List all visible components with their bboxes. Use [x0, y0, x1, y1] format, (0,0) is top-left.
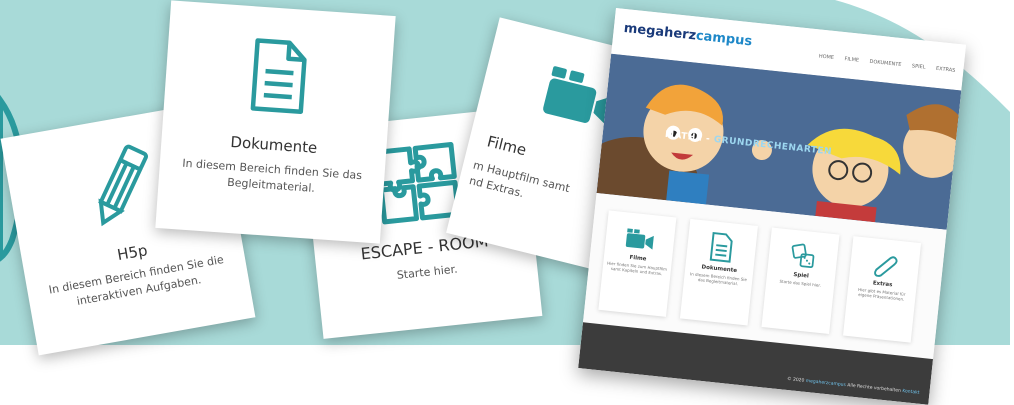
- mockup-menu-filme[interactable]: FILME: [844, 56, 859, 63]
- document-icon: [709, 231, 733, 263]
- mockup-menu-dokumente[interactable]: DOKUMENTE: [869, 59, 901, 68]
- mockup-tile-dokumente[interactable]: Dokumente In diesem Bereich finden Sie d…: [679, 218, 758, 326]
- mockup-logo: megaherzcampus: [623, 20, 753, 50]
- mockup-tile-extras[interactable]: Extras Hier gibt es Material für eigene …: [843, 236, 922, 343]
- mockup-menu-spiel[interactable]: SPIEL: [912, 63, 926, 70]
- mockup-menu: HOME FILME DOKUMENTE SPIEL EXTRAS: [810, 53, 956, 74]
- document-icon: [164, 30, 394, 122]
- mockup-menu-extras[interactable]: EXTRAS: [936, 66, 956, 74]
- dice-icon: [791, 243, 815, 269]
- mockup-footer-link[interactable]: megaherzcampus: [805, 379, 846, 388]
- dokumente-card[interactable]: Dokumente In diesem Bereich finden Sie d…: [155, 0, 396, 244]
- website-mockup: megaherzcampus HOME FILME DOKUMENTE SPIE…: [578, 8, 967, 405]
- mockup-menu-home[interactable]: HOME: [819, 53, 835, 61]
- mockup-tile-filme[interactable]: Filme Hier finden Sie zum Hauptfilm samt…: [598, 210, 677, 317]
- mockup-contact-link[interactable]: Kontakt: [902, 389, 920, 396]
- paperclip-icon: [874, 256, 898, 277]
- video-camera-icon: [625, 228, 654, 250]
- mockup-tile-spiel[interactable]: Spiel Starte das Spiel hier.: [761, 227, 840, 335]
